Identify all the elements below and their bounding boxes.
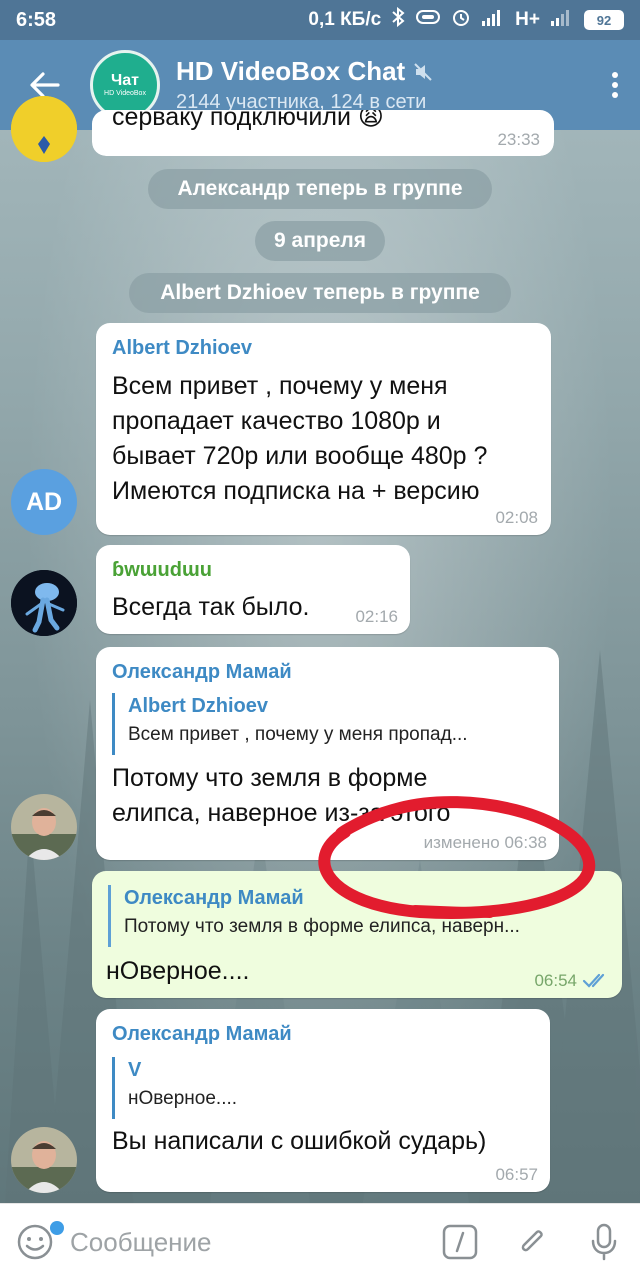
emoji-button[interactable] <box>0 1204 70 1280</box>
message-text: Вы написали с ошибкой сударь) <box>112 1127 487 1155</box>
reply-preview[interactable]: Олександр Мамай Потому что земля в форме… <box>108 885 608 947</box>
message-time: 06:54 <box>534 971 577 990</box>
message-bubble[interactable]: ɓwɯudɯu Всегда так было. 02:16 <box>96 545 410 634</box>
message-bubble[interactable]: Albert Dzhioev Всем привет , почему у ме… <box>96 323 551 535</box>
arrow-left-icon <box>30 72 60 98</box>
message-time: 23:33 <box>497 130 540 149</box>
message-sender[interactable]: Олександр Мамай <box>112 661 292 684</box>
message-text: нОверное.... <box>106 957 250 985</box>
message-time: 02:16 <box>355 607 398 626</box>
message-sender[interactable]: ɓwɯudɯu <box>112 559 212 582</box>
attach-button[interactable] <box>496 1204 568 1280</box>
more-vertical-icon <box>612 72 618 98</box>
read-checkmarks-icon <box>582 973 605 988</box>
avatar[interactable] <box>11 570 77 636</box>
reply-text: Потому что земля в форме елипса, наверн.… <box>124 916 520 937</box>
bluetooth-icon <box>391 6 405 33</box>
voice-record-button[interactable] <box>568 1204 640 1280</box>
status-time: 6:58 <box>16 8 57 31</box>
signal-2-icon <box>550 8 574 32</box>
message-sender[interactable]: Albert Dzhioev <box>112 337 252 360</box>
date-divider: 9 апреля <box>255 221 385 261</box>
message-time: изменено 06:38 <box>423 833 547 852</box>
more-options-button[interactable] <box>590 40 640 130</box>
notification-dot <box>50 1220 64 1235</box>
message-bubble-outgoing[interactable]: Олександр Мамай Потому что земля в форме… <box>92 871 622 998</box>
microphone-icon <box>591 1223 617 1261</box>
network-speed: 0,1 КБ/с <box>308 9 382 30</box>
paperclip-icon <box>521 1230 543 1252</box>
muted-icon <box>414 62 432 81</box>
message-text: Потому что земля в форме елипса, наверно… <box>112 764 451 827</box>
reply-text: Всем привет , почему у меня пропад... <box>128 724 468 745</box>
network-type: H+ <box>515 9 540 30</box>
message-time: 02:08 <box>495 508 538 527</box>
chat-title: HD VideoBox Chat <box>176 56 406 86</box>
chat-avatar-subtitle: HD VideoBox <box>104 89 146 97</box>
reply-author: Albert Dzhioev <box>128 695 269 717</box>
service-message: Александр теперь в группе <box>148 169 492 209</box>
reply-preview[interactable]: Albert Dzhioev Всем привет , почему у ме… <box>112 693 546 755</box>
avatar-initials: AD <box>25 487 63 516</box>
reply-author: Олександр Мамай <box>124 887 304 909</box>
vibrate-icon <box>415 8 441 32</box>
service-message: Albert Dzhioev теперь в группе <box>129 273 511 313</box>
message-text: Всем привет , почему у меня пропадает ка… <box>112 372 488 505</box>
smiley-icon <box>17 1224 53 1260</box>
bot-command-button[interactable] <box>424 1204 496 1280</box>
alarm-icon <box>451 7 471 33</box>
reply-preview[interactable]: V нОверное.... <box>112 1057 536 1119</box>
message-text: Всегда так было. <box>112 593 310 621</box>
avatar[interactable]: AD <box>11 469 77 535</box>
battery-indicator: 92 <box>584 10 624 30</box>
avatar[interactable] <box>11 1127 77 1193</box>
message-time: 06:57 <box>495 1165 538 1184</box>
chat-info[interactable]: HD VideoBox Chat 2144 участника, 124 в с… <box>176 56 590 114</box>
avatar[interactable] <box>11 794 77 860</box>
message-input-bar <box>0 1203 640 1280</box>
signal-icon <box>481 8 505 32</box>
message-sender[interactable]: Олександр Мамай <box>112 1023 292 1046</box>
message-bubble[interactable]: Олександр Мамай V нОверное.... Вы написа… <box>96 1009 550 1192</box>
status-bar: 6:58 0,1 КБ/с H+ 92 <box>0 0 640 40</box>
reply-text: нОверное.... <box>128 1088 238 1109</box>
message-bubble[interactable]: серваку подключили 😩 23:33 <box>92 110 554 156</box>
slash-command-icon <box>442 1224 478 1260</box>
message-bubble[interactable]: Олександр Мамай Albert Dzhioev Всем прив… <box>96 647 559 860</box>
chat-avatar-title: Чат <box>111 71 139 89</box>
reply-author: V <box>128 1059 142 1081</box>
message-input[interactable] <box>70 1226 424 1258</box>
avatar[interactable] <box>11 96 77 162</box>
